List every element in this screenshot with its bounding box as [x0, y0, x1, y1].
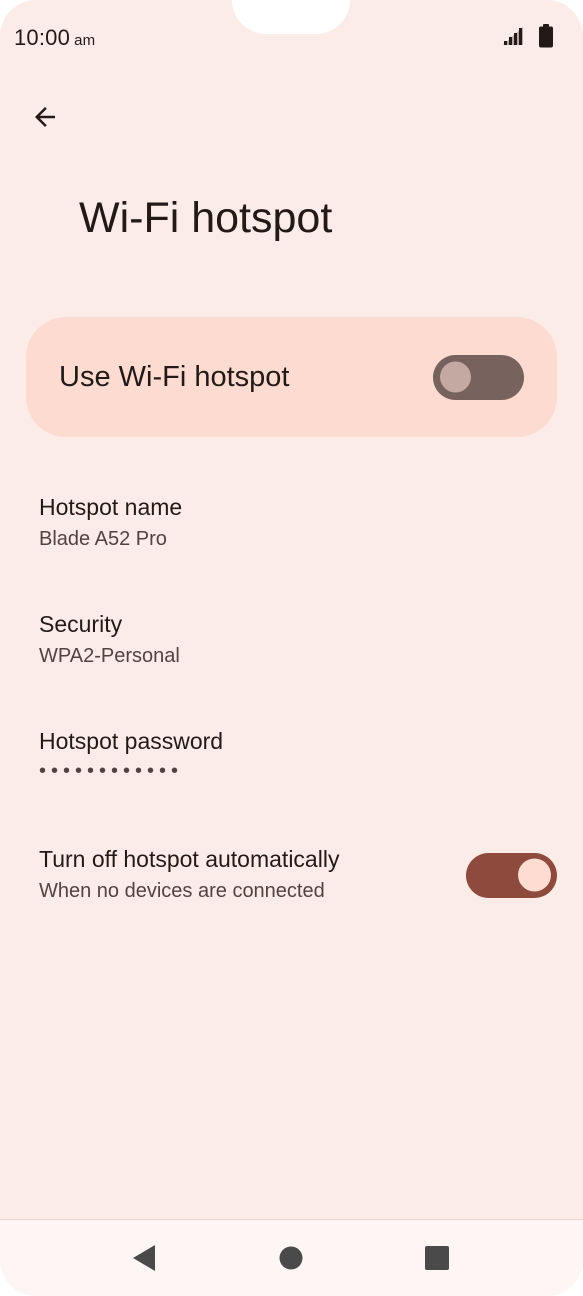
signal-icon: [501, 25, 525, 52]
home-circle-icon: [278, 1245, 304, 1276]
use-wifi-hotspot-label: Use Wi-Fi hotspot: [59, 360, 290, 393]
toggle-thumb: [440, 361, 471, 393]
use-wifi-hotspot-toggle[interactable]: [433, 354, 524, 400]
setting-title: Hotspot name: [39, 494, 183, 520]
back-button[interactable]: [22, 96, 68, 142]
phone-screen: 10:00 am Wi-Fi hotspot Use Wi-Fi hotspot…: [0, 0, 583, 1296]
clock-ampm: am: [74, 32, 96, 49]
setting-title: Turn off hotspot automatically: [39, 846, 340, 872]
nav-recents-button[interactable]: [417, 1240, 457, 1280]
setting-title: Security: [39, 611, 123, 637]
setting-hotspot-password[interactable]: Hotspot password ••••••••••••: [39, 726, 557, 786]
status-icons: [501, 23, 553, 53]
nav-back-button[interactable]: [124, 1240, 164, 1280]
toggle-thumb: [518, 858, 551, 892]
setting-summary: Blade A52 Pro: [39, 528, 167, 550]
password-masked-value: ••••••••••••: [39, 760, 184, 782]
navigation-bar: [0, 1219, 583, 1296]
battery-icon: [539, 23, 553, 53]
recents-square-icon: [424, 1245, 450, 1276]
page-title: Wi-Fi hotspot: [79, 194, 333, 242]
use-wifi-hotspot-switch-bar[interactable]: Use Wi-Fi hotspot: [26, 317, 557, 437]
setting-hotspot-name[interactable]: Hotspot name Blade A52 Pro: [39, 492, 557, 554]
setting-text: Turn off hotspot automatically When no d…: [39, 844, 339, 906]
status-bar: 10:00 am: [14, 20, 553, 56]
setting-summary: When no devices are connected: [39, 880, 325, 902]
arrow-left-icon: [30, 102, 60, 137]
setting-summary: WPA2-Personal: [39, 645, 180, 667]
turn-off-hotspot-toggle[interactable]: [466, 852, 557, 898]
setting-security[interactable]: Security WPA2-Personal: [39, 609, 557, 671]
nav-home-button[interactable]: [271, 1240, 311, 1280]
setting-turn-off-hotspot-automatically[interactable]: Turn off hotspot automatically When no d…: [39, 844, 557, 906]
status-clock: 10:00 am: [14, 25, 95, 51]
back-triangle-icon: [131, 1244, 157, 1277]
setting-title: Hotspot password: [39, 728, 224, 754]
clock-time: 10:00: [14, 25, 71, 50]
